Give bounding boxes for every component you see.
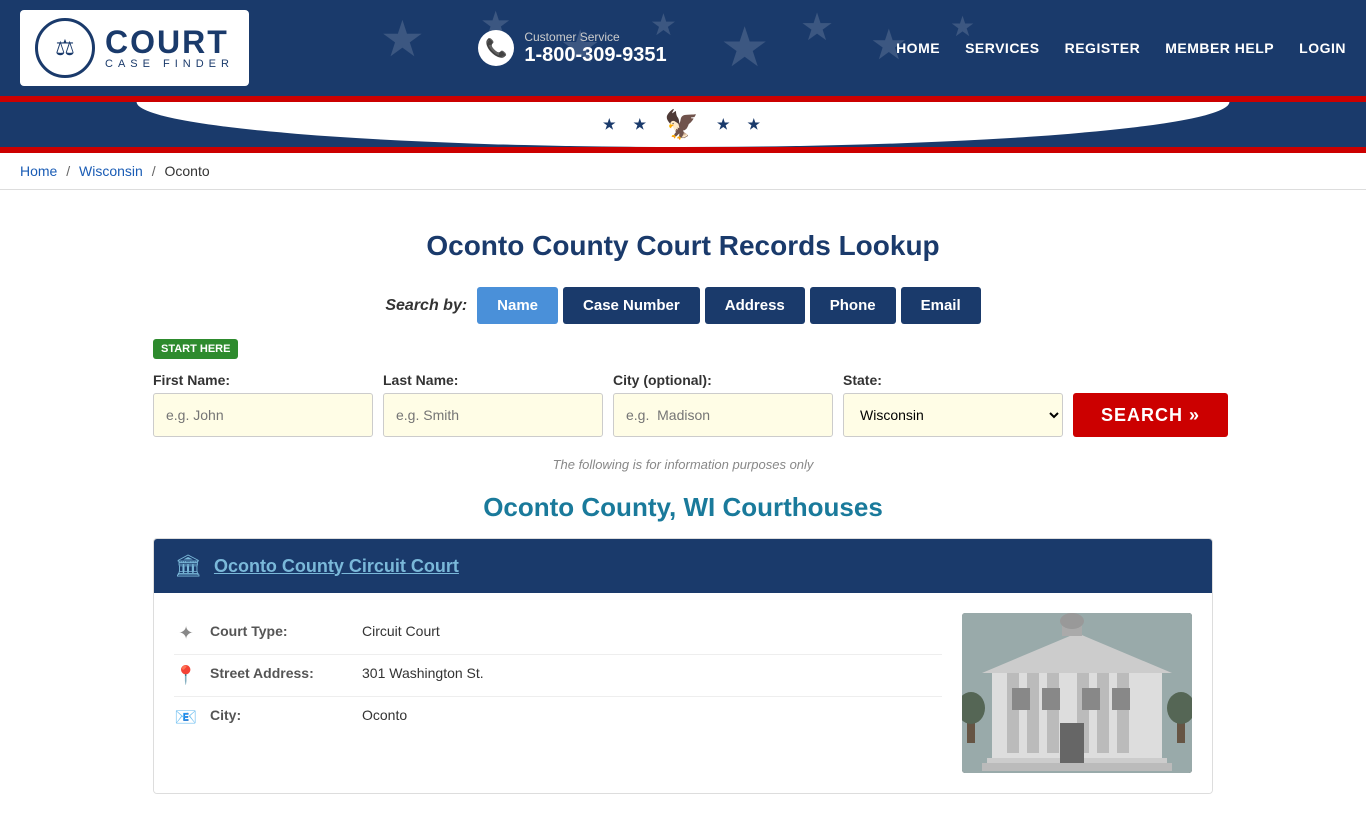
- star-right-1: ★: [717, 116, 733, 133]
- state-label: State:: [843, 372, 1063, 388]
- last-name-field: Last Name:: [383, 372, 603, 437]
- city-input[interactable]: [613, 393, 833, 437]
- wave-decoration: ★ ★ 🦅 ★ ★: [0, 102, 1366, 147]
- court-card: 🏛 Oconto County Circuit Court ✦ Court Ty…: [153, 538, 1213, 794]
- nav-services[interactable]: SERVICES: [965, 40, 1040, 56]
- breadcrumb-state[interactable]: Wisconsin: [79, 163, 143, 179]
- court-type-icon: ✦: [174, 623, 198, 644]
- courthouses-title: Oconto County, WI Courthouses: [153, 492, 1213, 523]
- phone-icon: 📞: [478, 30, 514, 66]
- search-area: Search by: Name Case Number Address Phon…: [153, 287, 1213, 437]
- nav-member-help[interactable]: MEMBER HELP: [1165, 40, 1274, 56]
- city-field: City (optional):: [613, 372, 833, 437]
- eagle-area: ★ ★ 🦅 ★ ★: [603, 108, 763, 141]
- court-card-header: 🏛 Oconto County Circuit Court: [154, 539, 1212, 593]
- court-name-link[interactable]: Oconto County Circuit Court: [214, 556, 459, 577]
- address-icon: 📍: [174, 665, 198, 686]
- last-name-label: Last Name:: [383, 372, 603, 388]
- court-details: ✦ Court Type: Circuit Court 📍 Street Add…: [174, 613, 942, 773]
- first-name-input[interactable]: [153, 393, 373, 437]
- city-row: 📧 City: Oconto: [174, 697, 942, 738]
- city-detail-value: Oconto: [362, 707, 407, 723]
- breadcrumb-sep-2: /: [152, 163, 156, 179]
- star-left-2: ★: [634, 116, 650, 133]
- tab-case-number[interactable]: Case Number: [563, 287, 700, 324]
- address-label: Street Address:: [210, 665, 350, 681]
- eagle-icon: 🦅: [664, 108, 702, 141]
- cs-label: Customer Service: [524, 30, 666, 44]
- address-row: 📍 Street Address: 301 Washington St.: [174, 655, 942, 697]
- first-name-field: First Name:: [153, 372, 373, 437]
- tab-name[interactable]: Name: [477, 287, 558, 324]
- breadcrumb-home[interactable]: Home: [20, 163, 57, 179]
- breadcrumb: Home / Wisconsin / Oconto: [0, 153, 1366, 190]
- tab-address[interactable]: Address: [705, 287, 805, 324]
- city-label: City (optional):: [613, 372, 833, 388]
- start-here-badge: START HERE: [153, 339, 238, 359]
- info-note: The following is for information purpose…: [153, 457, 1213, 472]
- logo-court-text: COURT: [105, 26, 229, 58]
- courthouse-icon: 🏛: [174, 553, 202, 579]
- search-form-row: First Name: Last Name: City (optional): …: [153, 372, 1213, 437]
- nav-login[interactable]: LOGIN: [1299, 40, 1346, 56]
- city-detail-label: City:: [210, 707, 350, 723]
- court-type-label: Court Type:: [210, 623, 350, 639]
- site-header: ★ ★ ★ ★ ★ ★ ★ ★ ⚖ COURT CASE FINDER 📞 Cu…: [0, 0, 1366, 96]
- breadcrumb-sep-1: /: [66, 163, 70, 179]
- tab-phone[interactable]: Phone: [810, 287, 896, 324]
- site-logo: ⚖ COURT CASE FINDER: [20, 10, 249, 86]
- court-card-body: ✦ Court Type: Circuit Court 📍 Street Add…: [154, 593, 1212, 793]
- state-field: State: Wisconsin Alabama Alaska Arizona: [843, 372, 1063, 437]
- cs-phone: 1-800-309-9351: [524, 44, 666, 67]
- address-value: 301 Washington St.: [362, 665, 484, 681]
- state-select[interactable]: Wisconsin Alabama Alaska Arizona: [843, 393, 1063, 437]
- page-title: Oconto County Court Records Lookup: [153, 230, 1213, 262]
- breadcrumb-current: Oconto: [165, 163, 210, 179]
- main-content: Oconto County Court Records Lookup Searc…: [133, 190, 1233, 834]
- star-left-1: ★: [603, 116, 619, 133]
- logo-emblem: ⚖: [35, 18, 95, 78]
- logo-case-finder-text: CASE FINDER: [105, 58, 234, 70]
- search-by-row: Search by: Name Case Number Address Phon…: [153, 287, 1213, 324]
- first-name-label: First Name:: [153, 372, 373, 388]
- search-form-container: START HERE First Name: Last Name: City (…: [153, 339, 1213, 437]
- header-inner: ⚖ COURT CASE FINDER 📞 Customer Service 1…: [0, 0, 1366, 96]
- nav-home[interactable]: HOME: [896, 40, 940, 56]
- court-image: [962, 613, 1192, 773]
- last-name-input[interactable]: [383, 393, 603, 437]
- tab-email[interactable]: Email: [901, 287, 981, 324]
- court-type-row: ✦ Court Type: Circuit Court: [174, 613, 942, 655]
- search-by-label: Search by:: [385, 297, 467, 315]
- logo-text: COURT CASE FINDER: [105, 26, 234, 70]
- nav-register[interactable]: REGISTER: [1065, 40, 1141, 56]
- main-nav: HOME SERVICES REGISTER MEMBER HELP LOGIN: [896, 40, 1346, 56]
- customer-service: 📞 Customer Service 1-800-309-9351: [478, 30, 666, 67]
- search-button[interactable]: SEARCH »: [1073, 393, 1228, 437]
- city-icon: 📧: [174, 707, 198, 728]
- cs-info: Customer Service 1-800-309-9351: [524, 30, 666, 67]
- star-right-2: ★: [748, 116, 764, 133]
- court-type-value: Circuit Court: [362, 623, 440, 639]
